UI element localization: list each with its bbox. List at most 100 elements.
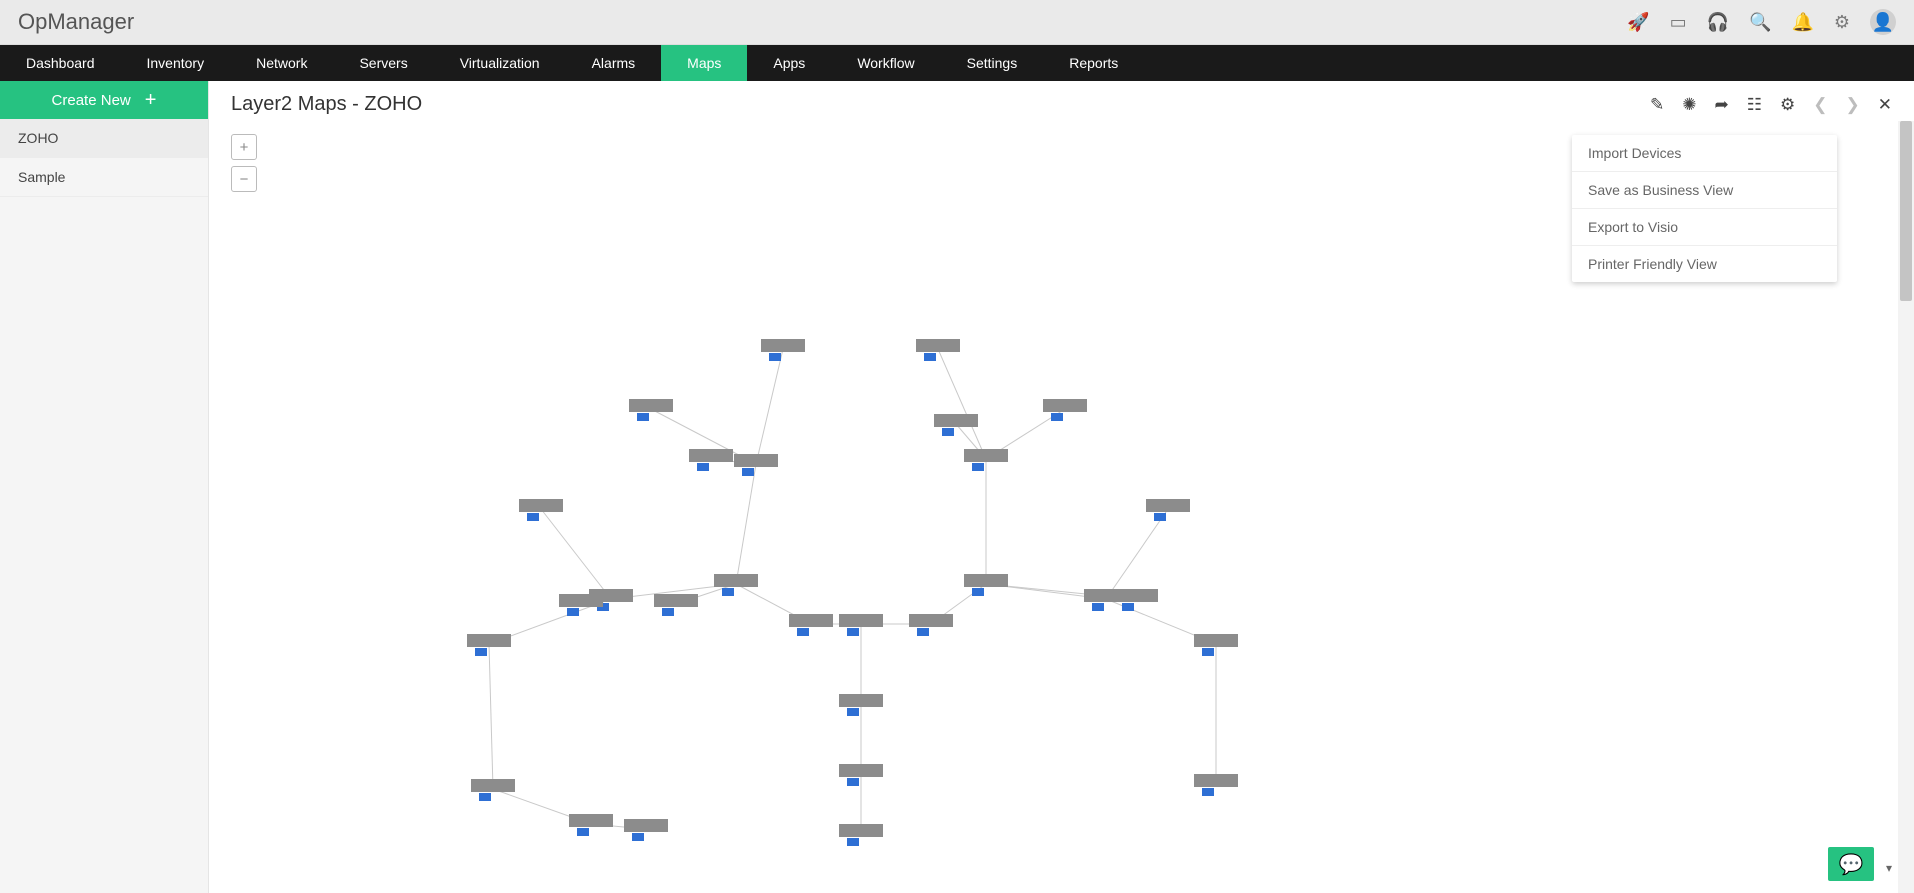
node-label [519, 499, 563, 512]
create-new-button[interactable]: Create New + [0, 81, 208, 119]
layout-icon[interactable]: ✺ [1682, 95, 1696, 115]
device-icon [697, 463, 709, 471]
device-icon [847, 708, 859, 716]
device-node[interactable] [629, 399, 673, 421]
node-label [1043, 399, 1087, 412]
nav-maps[interactable]: Maps [661, 45, 747, 81]
device-node[interactable] [839, 764, 883, 786]
device-node[interactable] [1194, 634, 1238, 656]
nav-apps[interactable]: Apps [747, 45, 831, 81]
menu-item-import-devices[interactable]: Import Devices [1572, 135, 1837, 172]
node-label [689, 449, 733, 462]
device-node[interactable] [471, 779, 515, 801]
zoom-out-button[interactable]: − [231, 166, 257, 192]
topbar-icons: 🚀 ▭ 🎧 🔍 🔔 ⚙ 👤 [1627, 9, 1896, 35]
device-node[interactable] [569, 814, 613, 836]
device-node[interactable] [909, 614, 953, 636]
device-icon [847, 628, 859, 636]
device-node[interactable] [916, 339, 960, 361]
nav-servers[interactable]: Servers [333, 45, 433, 81]
topology-icon[interactable]: ☷ [1747, 95, 1762, 115]
device-node[interactable] [839, 824, 883, 846]
titlebar: Layer2 Maps - ZOHO ✎ ✺ ➦ ☷ ⚙ ❮ ❯ ✕ Impor… [209, 81, 1914, 124]
share-icon[interactable]: ➦ [1715, 95, 1729, 115]
device-icon [972, 463, 984, 471]
nav-reports[interactable]: Reports [1043, 45, 1144, 81]
node-label [909, 614, 953, 627]
bell-icon[interactable]: 🔔 [1791, 12, 1813, 33]
node-label [624, 819, 668, 832]
close-icon[interactable]: ✕ [1878, 95, 1892, 115]
device-node[interactable] [714, 574, 758, 596]
device-icon [847, 778, 859, 786]
nav-network[interactable]: Network [230, 45, 333, 81]
nav-alarms[interactable]: Alarms [566, 45, 662, 81]
device-node[interactable] [964, 574, 1008, 596]
device-icon [1154, 513, 1166, 521]
node-label [654, 594, 698, 607]
device-icon [742, 468, 754, 476]
device-icon [662, 608, 674, 616]
device-node[interactable] [624, 819, 668, 841]
nav-workflow[interactable]: Workflow [831, 45, 940, 81]
sidebar: Create New + ZOHOSample [0, 81, 209, 893]
device-node[interactable] [734, 454, 778, 476]
device-node[interactable] [761, 339, 805, 361]
menu-item-printer-friendly-view[interactable]: Printer Friendly View [1572, 246, 1837, 282]
device-icon [972, 588, 984, 596]
device-node[interactable] [559, 594, 603, 616]
node-label [916, 339, 960, 352]
device-node[interactable] [964, 449, 1008, 471]
chat-button[interactable]: 💬 [1828, 847, 1874, 881]
device-node[interactable] [1114, 589, 1158, 611]
rocket-icon[interactable]: 🚀 [1627, 12, 1649, 33]
menu-item-export-to-visio[interactable]: Export to Visio [1572, 209, 1837, 246]
avatar[interactable]: 👤 [1870, 9, 1896, 35]
edit-icon[interactable]: ✎ [1650, 95, 1664, 115]
device-node[interactable] [789, 614, 833, 636]
device-node[interactable] [1194, 774, 1238, 796]
node-label [839, 694, 883, 707]
nav-virtualization[interactable]: Virtualization [434, 45, 566, 81]
node-label [471, 779, 515, 792]
device-node[interactable] [934, 414, 978, 436]
navbar: DashboardInventoryNetworkServersVirtuali… [0, 45, 1914, 81]
zoom-controls: + − [231, 134, 257, 198]
device-icon [769, 353, 781, 361]
device-icon [527, 513, 539, 521]
device-node[interactable] [1146, 499, 1190, 521]
settings-icon[interactable]: ⚙ [1780, 95, 1795, 115]
device-icon [1092, 603, 1104, 611]
device-node[interactable] [519, 499, 563, 521]
device-node[interactable] [467, 634, 511, 656]
nav-dashboard[interactable]: Dashboard [0, 45, 121, 81]
node-label [714, 574, 758, 587]
menu-item-save-as-business-view[interactable]: Save as Business View [1572, 172, 1837, 209]
device-icon [632, 833, 644, 841]
device-node[interactable] [839, 614, 883, 636]
toolbar: ✎ ✺ ➦ ☷ ⚙ ❮ ❯ ✕ Import DevicesSave as Bu… [1650, 95, 1892, 115]
node-label [1146, 499, 1190, 512]
gear-icon[interactable]: ⚙ [1834, 12, 1850, 33]
device-node[interactable] [689, 449, 733, 471]
page-title: Layer2 Maps - ZOHO [231, 93, 422, 116]
device-icon [722, 588, 734, 596]
sidebar-item-sample[interactable]: Sample [0, 158, 208, 197]
device-node[interactable] [1043, 399, 1087, 421]
nav-settings[interactable]: Settings [941, 45, 1044, 81]
device-icon [577, 828, 589, 836]
nav-inventory[interactable]: Inventory [121, 45, 231, 81]
zoom-in-button[interactable]: + [231, 134, 257, 160]
next-icon[interactable]: ❯ [1846, 95, 1860, 115]
search-icon[interactable]: 🔍 [1749, 12, 1771, 33]
sidebar-item-zoho[interactable]: ZOHO [0, 119, 208, 158]
node-label [467, 634, 511, 647]
chat-caret-icon[interactable]: ▾ [1886, 861, 1892, 875]
prev-icon[interactable]: ❮ [1813, 95, 1827, 115]
presentation-icon[interactable]: ▭ [1670, 12, 1687, 33]
node-label [934, 414, 978, 427]
device-node[interactable] [839, 694, 883, 716]
device-node[interactable] [654, 594, 698, 616]
headset-icon[interactable]: 🎧 [1707, 12, 1729, 33]
node-label [569, 814, 613, 827]
